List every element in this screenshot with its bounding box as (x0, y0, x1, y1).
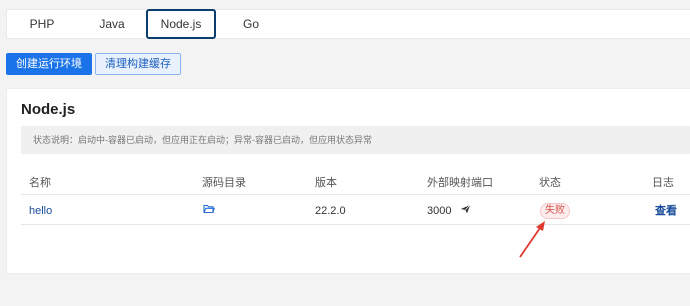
runtime-name-link[interactable]: hello (29, 197, 52, 224)
tab-go[interactable]: Go (216, 10, 286, 38)
tab-java[interactable]: Java (77, 10, 147, 38)
header-status: 状态 (539, 177, 561, 189)
status-notice: 状态说明：启动中-容器已启动，但应用正在启动；异常-容器已启动，但应用状态异常 (21, 126, 690, 154)
clear-build-cache-button[interactable]: 清理构建缓存 (95, 53, 181, 75)
header-version: 版本 (315, 177, 337, 189)
create-runtime-button[interactable]: 创建运行环境 (6, 53, 92, 75)
runtime-tabs: PHP Java Node.js Go (6, 9, 690, 39)
card-title: Node.js (21, 101, 76, 118)
version-value: 22.2.0 (315, 205, 346, 217)
header-name: 名称 (29, 177, 51, 189)
folder-open-icon[interactable] (203, 197, 215, 225)
source-dir-cell (203, 197, 215, 224)
tab-php[interactable]: PHP (7, 10, 77, 38)
runtime-card: Node.js 状态说明：启动中-容器已启动，但应用正在启动；异常-容器已启动，… (6, 88, 690, 274)
port-cell: 3000 (427, 197, 471, 224)
table-header: 名称 源码目录 版本 外部映射端口 状态 日志 (21, 171, 690, 195)
port-value: 3000 (427, 205, 452, 217)
table-row: hello 22.2.0 3000 失败 查看 (21, 197, 690, 225)
header-source-dir: 源码目录 (202, 177, 246, 189)
status-badge: 失败 (540, 203, 570, 220)
send-icon[interactable] (460, 197, 471, 225)
status-cell: 失败 (540, 197, 570, 224)
header-port: 外部映射端口 (427, 177, 493, 189)
tab-nodejs[interactable]: Node.js (146, 9, 216, 39)
view-log-link[interactable]: 查看 (655, 197, 677, 224)
header-log: 日志 (652, 177, 674, 189)
